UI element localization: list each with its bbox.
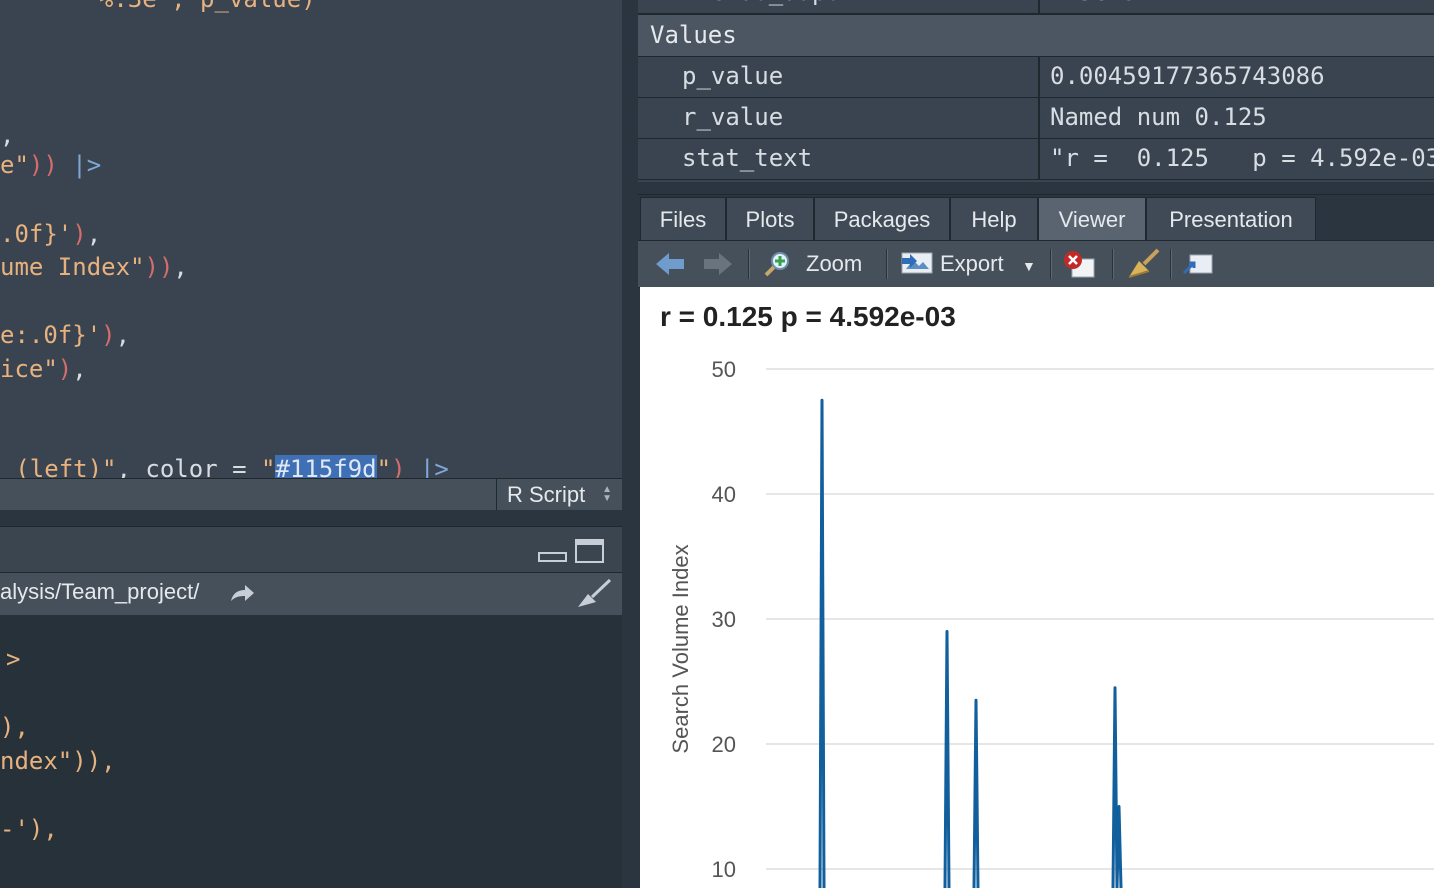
env-row[interactable]: stat_text "r = 0.125 p = 4.592e-03	[638, 138, 1434, 180]
console[interactable]: >), ndex")), -'),	[0, 615, 622, 888]
console-line: ),	[0, 713, 29, 741]
code-token: , color =	[116, 455, 261, 478]
console-header	[0, 526, 622, 573]
env-row[interactable]: p_value 0.00459177365743086	[638, 56, 1434, 98]
code-line[interactable]: ume Index")),	[0, 252, 188, 282]
clear-console-icon[interactable]	[574, 577, 614, 611]
y-tick-label: 50	[712, 357, 736, 382]
zoom-button[interactable]: Zoom	[806, 241, 862, 287]
script-editor[interactable]: ' %.3e', p_value),e")) |>.0f}'),ume Inde…	[0, 0, 622, 478]
tab-packages[interactable]: Packages	[814, 197, 950, 241]
code-token: ,	[72, 355, 87, 383]
env-row[interactable]: r_value Named num 0.125	[638, 97, 1434, 139]
line-spike	[972, 698, 980, 888]
code-line[interactable]: .0f}'),	[0, 219, 101, 249]
code-line[interactable]: ,	[0, 120, 14, 150]
code-line[interactable]: ice"),	[0, 354, 87, 384]
env-var-value: 0.00459177365743086	[1050, 62, 1325, 90]
code-token: ume Index"	[0, 253, 145, 281]
console-line: -'),	[0, 815, 58, 843]
code-token: "	[376, 455, 392, 478]
file-type-label: R Script	[507, 482, 586, 507]
values-section-header[interactable]: Values	[638, 14, 1434, 57]
code-token: )	[72, 220, 87, 248]
code-token: ,	[86, 220, 102, 248]
env-var-name: stat_text	[682, 144, 813, 172]
code-token: e"	[0, 151, 29, 179]
clear-all-viewer-icon[interactable]	[1126, 247, 1162, 281]
code-token: ))	[144, 253, 174, 281]
console-line: >	[6, 645, 21, 673]
code-token: |>	[405, 455, 449, 478]
export-icon[interactable]	[900, 249, 934, 277]
code-line[interactable]: VI (left)", color = "#115f9d") |>	[0, 454, 449, 478]
code-line[interactable]: e:.0f}'),	[0, 320, 130, 350]
console-path-bar: alysis/Team_project/	[0, 572, 622, 616]
y-tick-label: 40	[712, 482, 736, 507]
tab-plots[interactable]: Plots	[726, 197, 814, 241]
env-var-value: "r = 0.125 p = 4.592e-03	[1050, 144, 1434, 172]
plot-title: r = 0.125 p = 4.592e-03	[660, 301, 956, 332]
line-spike	[943, 630, 951, 888]
code-token: ))	[28, 151, 58, 179]
go-to-directory-icon[interactable]	[228, 583, 256, 605]
viewer-pane[interactable]: 50 40 30 20 10 Search Volume Index r = 0.125 …	[640, 287, 1434, 888]
code-token: .0f}'	[0, 220, 73, 248]
code-token: )	[57, 355, 73, 383]
file-type-dropdown[interactable]: R Script ▲ ▼	[496, 479, 622, 510]
env-var-value: 1.5e-3 ...	[1050, 0, 1195, 13]
y-axis-label: Search Volume Index	[668, 544, 693, 753]
editor-status-bar: R Script ▲ ▼	[0, 478, 622, 511]
tab-files[interactable]: Files	[640, 197, 726, 241]
line-spike	[818, 398, 826, 888]
forward-arrow-icon[interactable]	[702, 251, 734, 277]
y-tick-label: 20	[712, 732, 736, 757]
env-var-value: Named num 0.125	[1050, 103, 1267, 131]
y-tick-label: 30	[712, 607, 736, 632]
export-button[interactable]: Export	[940, 241, 1004, 287]
code-token: )	[101, 321, 116, 349]
code-token: e:.0f}'	[0, 321, 102, 349]
remove-viewer-icon[interactable]	[1062, 249, 1098, 279]
code-token: )	[391, 455, 406, 478]
env-row-partial[interactable]: trends_daps 1.5e-3 ...	[638, 0, 1434, 14]
zoom-icon[interactable]	[762, 249, 792, 279]
chevron-down-icon[interactable]: ▼	[1022, 243, 1036, 289]
updown-icon: ▲ ▼	[602, 484, 612, 504]
minimize-icon[interactable]	[538, 541, 568, 563]
tab-presentation[interactable]: Presentation	[1146, 197, 1316, 241]
tab-viewer[interactable]: Viewer	[1038, 197, 1146, 241]
tab-help[interactable]: Help	[950, 197, 1038, 241]
code-token: ,	[115, 321, 131, 349]
pane-splitter[interactable]	[622, 0, 638, 888]
code-line[interactable]: e")) |>	[0, 150, 101, 180]
env-var-name: r_value	[682, 103, 784, 131]
pane-tabs: Files Plots Packages Help Viewer Present…	[638, 194, 1434, 241]
environment-table: trends_daps 1.5e-3 ... Values p_value 0.…	[638, 0, 1434, 182]
y-tick-label: 10	[712, 857, 736, 882]
code-token: "	[261, 455, 276, 478]
back-arrow-icon[interactable]	[654, 251, 686, 277]
values-section-label: Values	[650, 21, 737, 49]
show-in-window-icon[interactable]	[1182, 251, 1216, 279]
code-line[interactable]: ' %.3e', p_value)	[70, 0, 316, 14]
code-token: ,	[173, 253, 188, 281]
env-var-name: p_value	[682, 62, 784, 90]
maximize-icon[interactable]	[575, 539, 605, 565]
console-line: ndex")),	[0, 747, 116, 775]
code-token: #115f9d	[275, 455, 377, 478]
plot-chart: 50 40 30 20 10 Search Volume Index	[668, 357, 1434, 888]
code-token: |>	[57, 151, 102, 179]
working-directory[interactable]: alysis/Team_project/	[0, 579, 199, 605]
viewer-toolbar: Zoom Export ▼	[638, 240, 1434, 288]
env-var-name: trends_daps	[682, 0, 841, 13]
line-spike	[1115, 805, 1123, 888]
code-token: ice"	[0, 355, 58, 383]
code-token: ,	[0, 121, 15, 149]
code-token: ' %.3e', p_value)	[70, 0, 316, 13]
code-token: VI (left)"	[0, 455, 117, 478]
